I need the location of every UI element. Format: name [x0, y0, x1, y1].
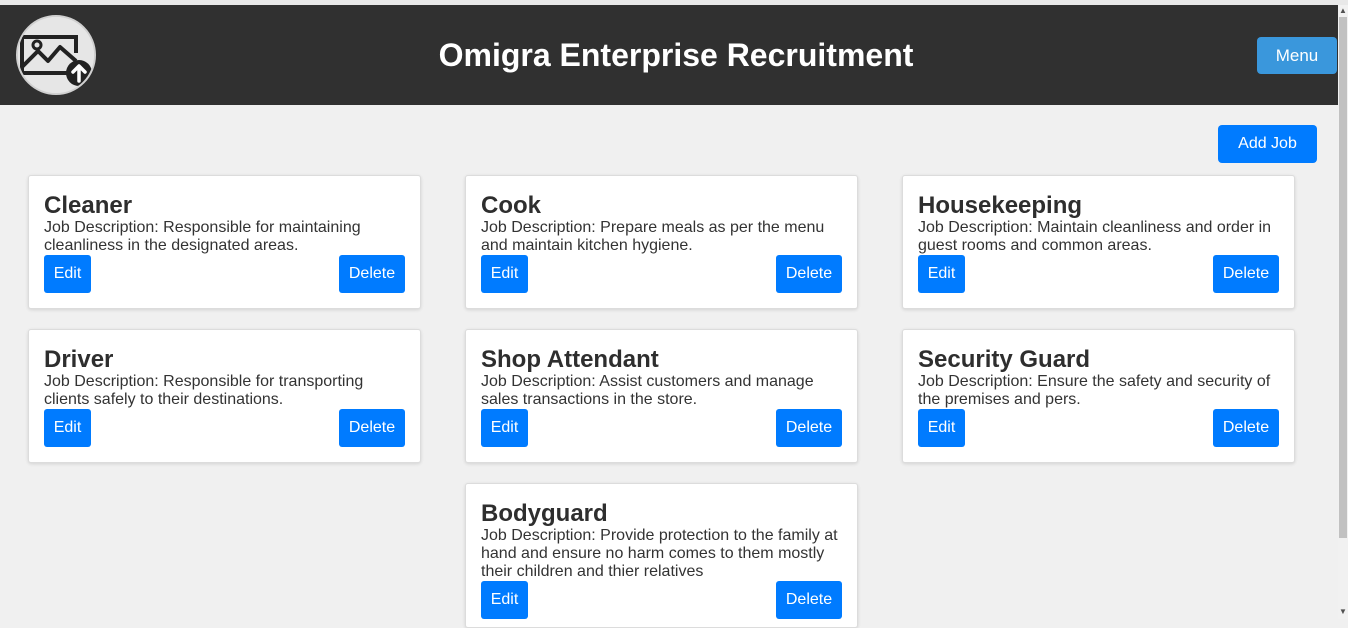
job-title: Security Guard	[918, 346, 1091, 373]
edit-button[interactable]: Edit	[44, 409, 91, 447]
job-card-housekeeping: Housekeeping Job Description: Maintain c…	[902, 175, 1295, 309]
job-description: Job Description: Assist customers and ma…	[481, 373, 814, 408]
job-title: Driver	[44, 346, 114, 373]
scroll-down-arrow-icon[interactable]: ▼	[1338, 607, 1348, 617]
edit-button[interactable]: Edit	[44, 255, 91, 293]
job-description: Job Description: Maintain cleanliness an…	[918, 219, 1272, 254]
site-header: Omigra Enterprise Recruitment Menu	[0, 5, 1338, 105]
job-description: Job Description: Prepare meals as per th…	[481, 219, 825, 254]
job-card-cleaner: Cleaner Job Description: Responsible for…	[28, 175, 421, 309]
page-title: Omigra Enterprise Recruitment	[438, 37, 914, 73]
job-title: Housekeeping	[918, 192, 1083, 219]
delete-button[interactable]: Delete	[339, 255, 405, 293]
job-card-bodyguard: Bodyguard Job Description: Provide prote…	[465, 483, 858, 628]
job-title: Bodyguard	[481, 500, 608, 527]
job-card-cook: Cook Job Description: Prepare meals as p…	[465, 175, 858, 309]
delete-button[interactable]: Delete	[1213, 255, 1279, 293]
delete-button[interactable]: Delete	[776, 409, 842, 447]
edit-button[interactable]: Edit	[481, 581, 528, 619]
delete-button[interactable]: Delete	[1213, 409, 1279, 447]
delete-button[interactable]: Delete	[776, 581, 842, 619]
job-title: Cleaner	[44, 192, 133, 219]
scrollbar-thumb[interactable]	[1339, 17, 1347, 538]
job-card-driver: Driver Job Description: Responsible for …	[28, 329, 421, 463]
job-card-shop-attendant: Shop Attendant Job Description: Assist c…	[465, 329, 858, 463]
delete-button[interactable]: Delete	[339, 409, 405, 447]
job-title: Cook	[481, 192, 541, 219]
edit-button[interactable]: Edit	[481, 255, 528, 293]
edit-button[interactable]: Edit	[918, 255, 965, 293]
job-description: Job Description: Provide protection to t…	[481, 527, 838, 580]
delete-button[interactable]: Delete	[776, 255, 842, 293]
edit-button[interactable]: Edit	[481, 409, 528, 447]
job-description: Job Description: Responsible for maintai…	[44, 219, 361, 254]
job-title: Shop Attendant	[481, 346, 659, 373]
job-card-security-guard: Security Guard Job Description: Ensure t…	[902, 329, 1295, 463]
menu-button[interactable]: Menu	[1257, 37, 1337, 74]
job-description: Job Description: Ensure the safety and s…	[918, 373, 1271, 408]
job-description: Job Description: Responsible for transpo…	[44, 373, 364, 408]
edit-button[interactable]: Edit	[918, 409, 965, 447]
add-job-button[interactable]: Add Job	[1218, 125, 1317, 163]
scroll-up-arrow-icon[interactable]: ▲	[1338, 6, 1348, 16]
